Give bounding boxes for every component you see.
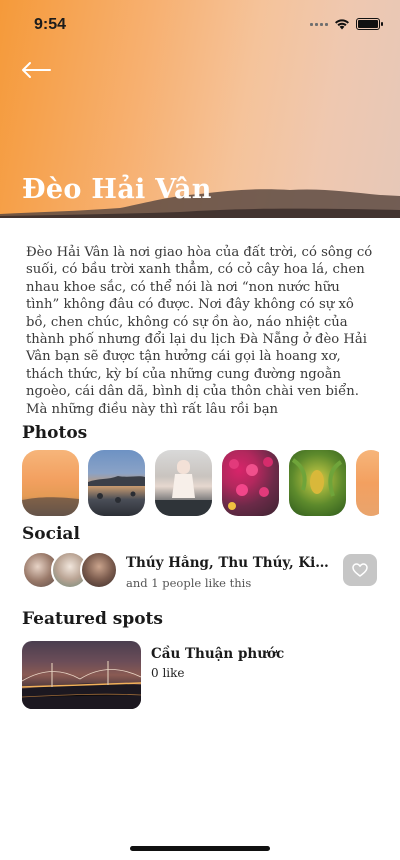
hero-header: 9:54 Đèo Hải Vân: [0, 0, 400, 218]
social-like-count: and 1 people like this: [126, 576, 252, 590]
status-bar: 9:54: [0, 0, 400, 48]
back-arrow-icon[interactable]: [20, 60, 52, 80]
place-description: Đèo Hải Vân là nơi giao hòa của đất trời…: [26, 245, 373, 417]
wifi-icon: [335, 19, 349, 30]
photo-thumbnail[interactable]: [356, 450, 379, 516]
photo-thumbnail[interactable]: [155, 450, 212, 516]
signal-icon: [310, 22, 328, 26]
photo-thumbnail[interactable]: [222, 450, 279, 516]
avatar: [80, 551, 118, 589]
social-section-title: Social: [22, 524, 80, 544]
photos-strip[interactable]: [22, 450, 379, 516]
spot-name[interactable]: Cầu Thuận phước: [151, 646, 284, 662]
home-indicator[interactable]: [130, 846, 270, 851]
photos-section-title: Photos: [22, 423, 88, 443]
spot-thumbnail[interactable]: [22, 641, 141, 709]
liker-avatars[interactable]: [22, 551, 122, 591]
status-icons: [310, 18, 383, 30]
status-time: 9:54: [34, 16, 67, 33]
page-title: Đèo Hải Vân: [22, 174, 212, 205]
like-button[interactable]: [343, 554, 377, 586]
photo-thumbnail[interactable]: [289, 450, 346, 516]
battery-icon: [356, 18, 383, 30]
spot-like-count: 0 like: [151, 666, 185, 680]
featured-section-title: Featured spots: [22, 609, 163, 629]
photo-thumbnail[interactable]: [88, 450, 145, 516]
heart-icon: [352, 563, 368, 577]
social-liker-names: Thúy Hằng, Thu Thúy, Kiều Nhi: [126, 555, 331, 571]
photo-thumbnail[interactable]: [22, 450, 79, 516]
